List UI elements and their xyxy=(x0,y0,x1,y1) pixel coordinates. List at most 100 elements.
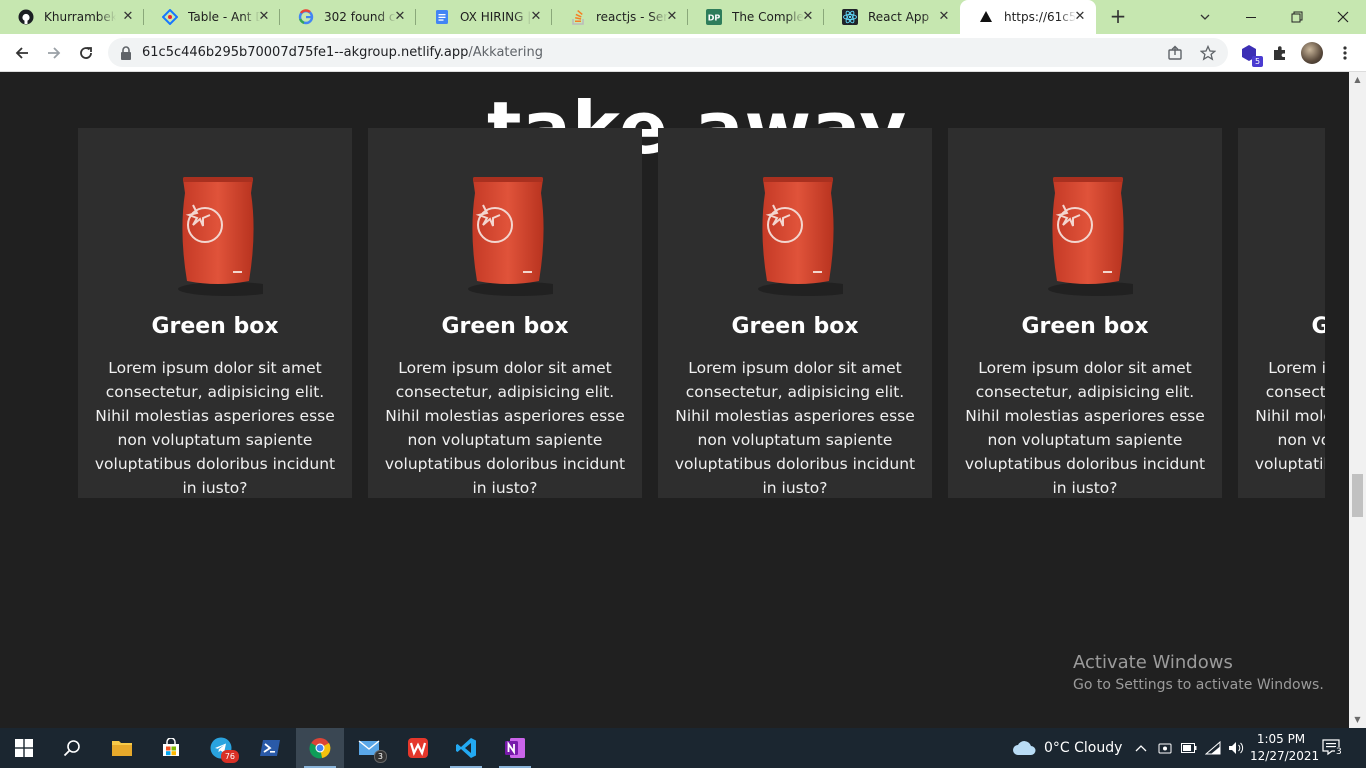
back-button[interactable] xyxy=(9,40,35,66)
taskbar-mail[interactable]: 3 xyxy=(345,728,393,768)
profile-avatar[interactable] xyxy=(1301,42,1323,64)
react-icon xyxy=(842,9,858,25)
reload-button[interactable] xyxy=(73,40,99,66)
notification-count: 3 xyxy=(1335,747,1343,757)
taskbar-telegram[interactable]: 76 xyxy=(197,728,245,768)
clock-date: 12/27/2021 xyxy=(1250,749,1320,763)
weather-widget[interactable]: 0°C Cloudy xyxy=(1012,728,1122,768)
taskbar-chrome[interactable] xyxy=(296,728,344,768)
browser-toolbar: 61c5c446b295b70007d75fe1--akgroup.netlif… xyxy=(0,34,1366,72)
scroll-down-icon[interactable]: ▼ xyxy=(1353,715,1362,724)
card-title: Green box xyxy=(151,314,279,339)
share-icon[interactable] xyxy=(1166,44,1184,62)
tab-react-app[interactable]: React App ✕ xyxy=(824,0,960,34)
tab-close-button[interactable]: ✕ xyxy=(392,9,408,25)
wifi-icon[interactable] xyxy=(1205,740,1221,756)
powershell-icon xyxy=(260,740,280,756)
close-icon xyxy=(1337,11,1349,23)
arrow-left-icon xyxy=(15,47,28,59)
card-title: Green box xyxy=(1311,314,1325,339)
search-button[interactable] xyxy=(48,728,96,768)
tab-close-button[interactable]: ✕ xyxy=(528,9,544,25)
tab-title: 302 found co xyxy=(324,10,396,24)
dp-icon: DP xyxy=(706,9,722,25)
card-description: Lorem ipsum dolor sit amet consectetur, … xyxy=(384,359,626,497)
page-scrollbar[interactable]: ▲ ▼ xyxy=(1349,72,1366,728)
new-tab-button[interactable]: + xyxy=(1108,6,1128,27)
watermark-subtitle: Go to Settings to activate Windows. xyxy=(1073,677,1324,693)
vscode-icon xyxy=(456,738,476,758)
tab-ant-design[interactable]: Table - Ant De ✕ xyxy=(144,0,280,34)
close-window-button[interactable] xyxy=(1320,0,1366,34)
extensions-menu-button[interactable] xyxy=(1269,42,1291,64)
clock-time: 1:05 PM xyxy=(1256,732,1306,746)
menu-button[interactable] xyxy=(1334,42,1356,64)
tab-github[interactable]: Khurrambek/A ✕ xyxy=(0,0,144,34)
cloud-icon xyxy=(1013,741,1036,755)
tomato-pouch-image xyxy=(178,177,263,296)
taskbar-powershell[interactable] xyxy=(246,728,294,768)
card-title: Green box xyxy=(731,314,859,339)
extension-badge: 5 xyxy=(1252,56,1263,67)
tray-chevron-up-icon[interactable] xyxy=(1133,740,1149,756)
volume-icon[interactable] xyxy=(1228,740,1244,756)
url-path: /Akkatering xyxy=(468,45,543,60)
card-description: Lorem ipsum dolor sit amet consectetur, … xyxy=(674,359,916,497)
taskbar-file-explorer[interactable] xyxy=(98,728,146,768)
address-bar[interactable]: 61c5c446b295b70007d75fe1--akgroup.netlif… xyxy=(108,38,1228,67)
product-card[interactable]: Green box Lorem ipsum dolor sit amet con… xyxy=(78,128,352,498)
tab-close-button[interactable]: ✕ xyxy=(120,9,136,25)
activate-windows-watermark: Activate Windows Go to Settings to activ… xyxy=(1073,652,1324,693)
tab-search-button[interactable] xyxy=(1182,0,1228,34)
extension-button[interactable]: 5 xyxy=(1238,42,1263,67)
chrome-icon xyxy=(309,738,331,759)
bookmark-star-icon[interactable] xyxy=(1199,44,1217,62)
taskbar-store[interactable] xyxy=(147,728,195,768)
battery-icon[interactable] xyxy=(1181,740,1197,756)
telegram-badge: 76 xyxy=(220,750,239,763)
notification-center-button[interactable]: 3 xyxy=(1322,738,1346,758)
url-host: 61c5c446b295b70007d75fe1--akgroup.netlif… xyxy=(142,45,469,60)
forward-button[interactable] xyxy=(41,40,67,66)
product-card[interactable]: Green box Lorem ipsum dolor sit amet con… xyxy=(1238,128,1325,498)
tab-google[interactable]: 302 found co ✕ xyxy=(280,0,416,34)
search-icon xyxy=(63,740,80,757)
github-icon xyxy=(18,9,34,25)
tab-google-docs[interactable]: OX HIRING | F ✕ xyxy=(416,0,552,34)
tab-dp[interactable]: DP The Complete ✕ xyxy=(688,0,824,34)
product-card[interactable]: Green box Lorem ipsum dolor sit amet con… xyxy=(658,128,932,498)
card-title: Green box xyxy=(1021,314,1149,339)
restore-button[interactable] xyxy=(1274,0,1320,34)
more-vert-icon xyxy=(1343,46,1347,60)
chevron-down-icon xyxy=(1200,14,1210,20)
tab-title: React App xyxy=(868,10,930,24)
windows-logo-icon xyxy=(15,739,33,757)
tab-close-button[interactable]: ✕ xyxy=(664,9,680,25)
taskbar-vscode[interactable] xyxy=(442,728,490,768)
google-docs-icon xyxy=(434,9,450,25)
taskbar-wps[interactable] xyxy=(394,728,442,768)
tab-strip: Khurrambek/A ✕ Table - Ant De ✕ 302 foun… xyxy=(0,0,1366,34)
tab-netlify-active[interactable]: https://61c5c ✕ xyxy=(960,0,1096,34)
tomato-pouch-image xyxy=(758,177,843,296)
restore-icon xyxy=(1291,11,1303,23)
system-clock[interactable]: 1:05 PM 12/27/2021 xyxy=(1250,731,1320,765)
scroll-up-icon[interactable]: ▲ xyxy=(1353,75,1362,84)
tab-close-button[interactable]: ✕ xyxy=(936,9,952,25)
tab-title: Table - Ant De xyxy=(188,10,260,24)
tab-close-button[interactable]: ✕ xyxy=(800,9,816,25)
tab-stackoverflow[interactable]: reactjs - Send ✕ xyxy=(552,0,688,34)
card-title: Green box xyxy=(441,314,569,339)
product-card[interactable]: Green box Lorem ipsum dolor sit amet con… xyxy=(948,128,1222,498)
tab-close-button[interactable]: ✕ xyxy=(1072,9,1088,25)
start-button[interactable] xyxy=(0,728,48,768)
tab-close-button[interactable]: ✕ xyxy=(256,9,272,25)
card-description: Lorem ipsum dolor sit amet consectetur, … xyxy=(964,359,1206,497)
taskbar-onenote[interactable] xyxy=(491,728,539,768)
minimize-button[interactable] xyxy=(1228,0,1274,34)
scrollbar-thumb[interactable] xyxy=(1352,474,1363,517)
ant-design-icon xyxy=(162,9,178,25)
product-card[interactable]: Green box Lorem ipsum dolor sit amet con… xyxy=(368,128,642,498)
meet-now-icon[interactable] xyxy=(1157,740,1173,756)
folder-icon xyxy=(112,741,132,756)
